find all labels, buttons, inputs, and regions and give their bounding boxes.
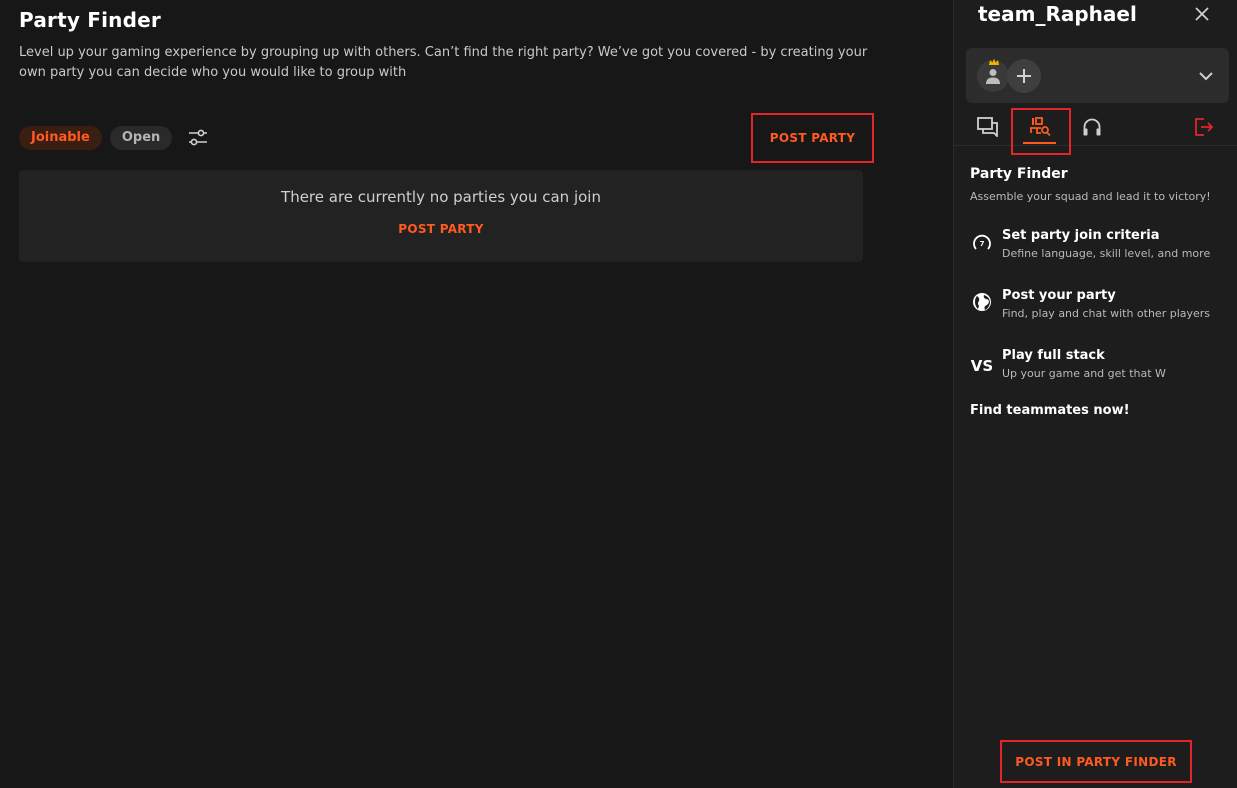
party-finder-subtitle: Assemble your squad and lead it to victo… <box>970 190 1211 203</box>
filter-bar: Joinable Open <box>19 126 210 150</box>
page-title: Party Finder <box>19 8 161 32</box>
sliders-icon[interactable] <box>186 126 210 150</box>
page-description: Level up your gaming experience by group… <box>19 45 868 80</box>
feature-description: Find, play and chat with other players <box>1002 307 1211 320</box>
feature-description: Define language, skill level, and more <box>1002 247 1211 260</box>
feature-join-criteria: 7 Set party join criteria Define languag… <box>970 228 1230 264</box>
filter-joinable-chip[interactable]: Joinable <box>19 126 102 150</box>
vs-icon: VS <box>970 357 994 375</box>
party-side-panel: team_Raphael Party Finder Assemble your … <box>953 0 1237 788</box>
chevron-down-icon[interactable] <box>1196 66 1216 86</box>
crown-icon <box>989 51 999 65</box>
party-finder-heading: Party Finder <box>970 166 1068 182</box>
empty-state-message: There are currently no parties you can j… <box>281 188 601 206</box>
feature-title: Set party join criteria <box>1002 228 1160 243</box>
post-in-party-finder-button[interactable]: POST IN PARTY FINDER <box>1000 740 1192 783</box>
filter-open-chip[interactable]: Open <box>109 126 173 150</box>
empty-parties-box: There are currently no parties you can j… <box>19 170 863 262</box>
close-icon[interactable] <box>1192 4 1212 24</box>
feature-title: Play full stack <box>1002 348 1105 363</box>
empty-state-post-party-link[interactable]: POST PARTY <box>19 222 863 236</box>
svg-text:7: 7 <box>980 240 985 248</box>
headphones-icon[interactable] <box>1072 108 1112 146</box>
chat-icon[interactable] <box>968 108 1008 146</box>
find-teammates-text: Find teammates now! <box>970 403 1130 418</box>
active-tab-indicator <box>1023 142 1056 144</box>
feature-description: Up your game and get that W <box>1002 367 1166 380</box>
panel-tabs <box>954 108 1237 155</box>
feature-full-stack: VS Play full stack Up your game and get … <box>970 348 1230 384</box>
party-finder-icon[interactable] <box>1020 108 1060 146</box>
feature-post-party: Post your party Find, play and chat with… <box>970 288 1230 324</box>
add-member-button[interactable] <box>1007 59 1041 93</box>
party-members-bar <box>966 48 1229 103</box>
post-party-button[interactable]: POST PARTY <box>751 113 874 163</box>
party-name-title: team_Raphael <box>978 2 1137 26</box>
leave-icon[interactable] <box>1184 108 1224 146</box>
criteria-gauge-icon: 7 <box>970 230 994 254</box>
main-content: Party Finder Level up your gaming experi… <box>0 0 953 788</box>
globe-icon <box>970 290 994 314</box>
feature-title: Post your party <box>1002 288 1116 303</box>
